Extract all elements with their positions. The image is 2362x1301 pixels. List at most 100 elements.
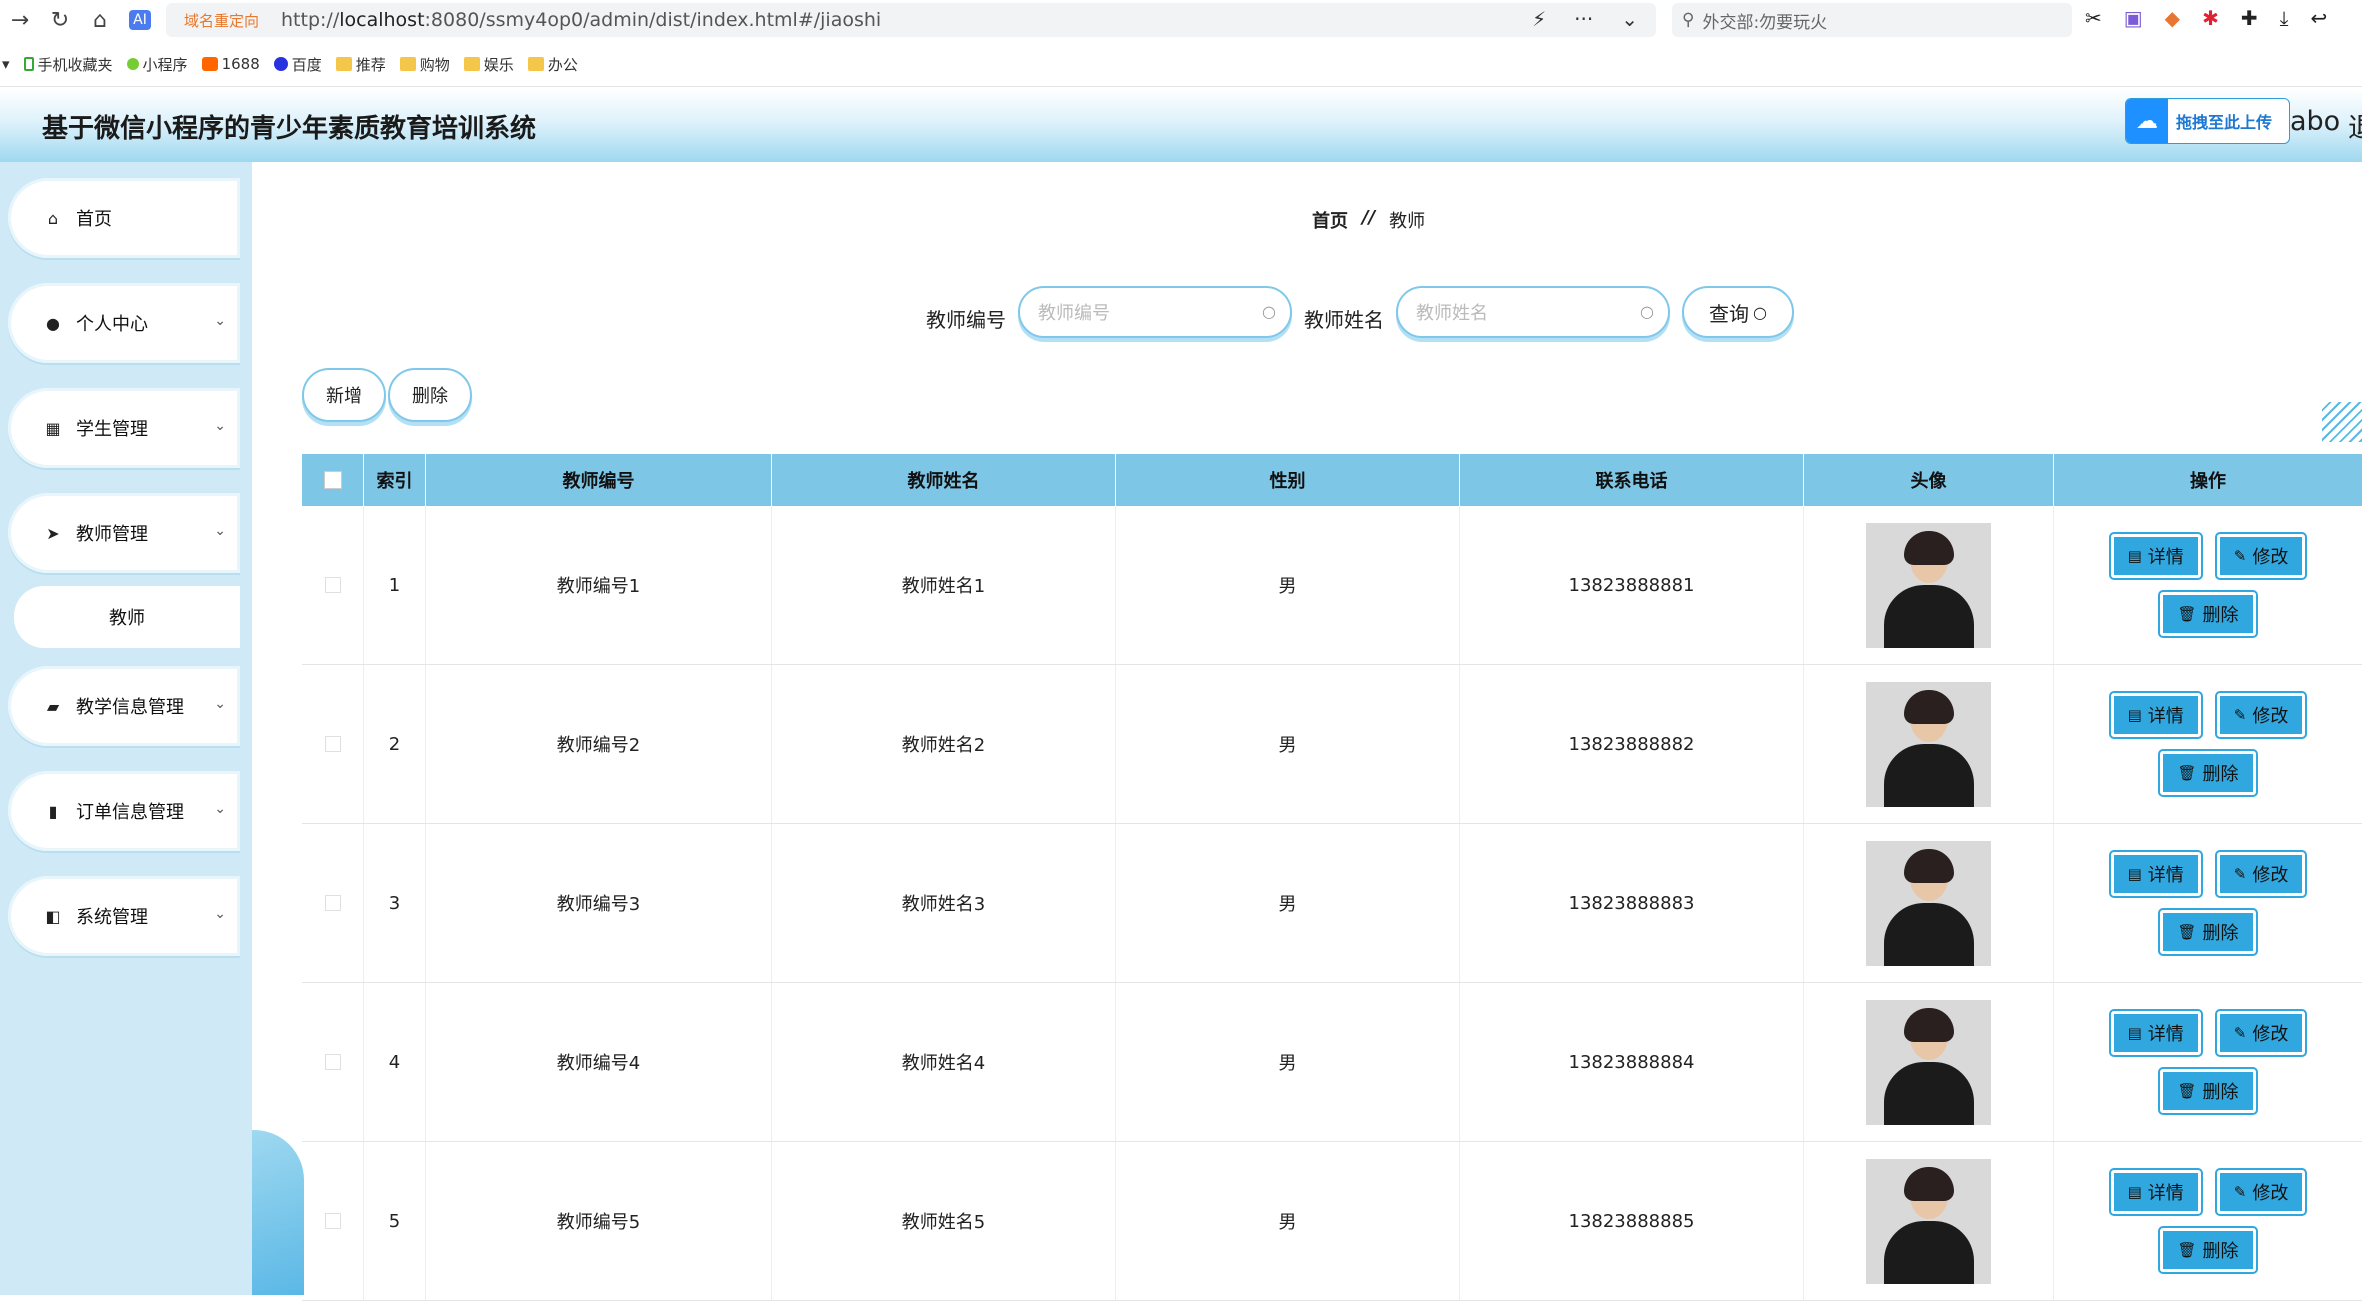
- avatar[interactable]: [1866, 522, 1991, 648]
- edit-button[interactable]: ✎ 修改: [2214, 850, 2308, 898]
- sidebar-subitem-teacher[interactable]: 教师: [14, 586, 240, 648]
- bookmark-overflow[interactable]: ▾: [2, 55, 10, 73]
- row-checkbox[interactable]: [324, 736, 341, 752]
- table-row: 2 教师编号2 教师姓名2 男 13823888882 ▤ 详情 ✎ 修改 🗑 删除: [302, 665, 2362, 824]
- avatar[interactable]: [1866, 999, 1991, 1125]
- home-browser-icon[interactable]: ⌂: [80, 0, 120, 40]
- sidebar-item-teaching-info[interactable]: ▰ 教学信息管理 ⌄: [8, 666, 240, 746]
- dots-icon[interactable]: ✱: [2202, 6, 2219, 30]
- back-icon[interactable]: ↩: [2310, 6, 2327, 30]
- browser-search-input[interactable]: ⚲ 外交部:勿要玩火: [1672, 3, 2072, 37]
- row-checkbox[interactable]: [324, 1054, 341, 1070]
- phone-cell: 13823888883: [1460, 824, 1804, 982]
- phone-icon: [23, 57, 34, 71]
- edit-icon: ✎: [2233, 865, 2247, 883]
- bookmark-item[interactable]: 手机收藏夹: [23, 54, 113, 75]
- teacher-id-cell: 教师编号2: [426, 665, 772, 823]
- edit-button[interactable]: ✎ 修改: [2214, 1168, 2308, 1216]
- sidebar-item-home[interactable]: ⌂ 首页: [8, 178, 240, 258]
- edit-button[interactable]: ✎ 修改: [2214, 1009, 2308, 1057]
- bookmark-item[interactable]: 办公: [527, 54, 578, 75]
- teacher-name-cell: 教师姓名3: [772, 824, 1116, 982]
- upload-widget[interactable]: ☁ 拖拽至此上传: [2125, 98, 2290, 144]
- batch-delete-button[interactable]: 删除: [388, 368, 472, 422]
- app-title: 基于微信小程序的青少年素质教育培训系统: [42, 114, 537, 144]
- avatar-hair: [1904, 848, 1954, 883]
- bookmark-item[interactable]: 1688: [201, 55, 260, 73]
- teacher-name-input[interactable]: 教师姓名 ○: [1396, 286, 1670, 338]
- gender-cell: 男: [1116, 983, 1460, 1141]
- more-icon[interactable]: ···: [1574, 7, 1593, 31]
- index-cell: 2: [364, 665, 426, 823]
- reload-icon[interactable]: ↻: [40, 0, 80, 40]
- sidebar-item-orders[interactable]: ▮ 订单信息管理 ⌄: [8, 771, 240, 851]
- detail-button[interactable]: ▤ 详情: [2108, 1168, 2203, 1216]
- teacher-name-cell: 教师姓名2: [772, 665, 1116, 823]
- send-icon: ➤: [46, 523, 60, 543]
- delete-button[interactable]: 🗑 删除: [2158, 590, 2258, 638]
- detail-button[interactable]: ▤ 详情: [2108, 1009, 2203, 1057]
- document-icon: ▤: [2127, 547, 2142, 565]
- document-icon: ▤: [2127, 1024, 2142, 1042]
- table-body: 1 教师编号1 教师姓名1 男 13823888881 ▤ 详情 ✎ 修改 🗑 删除 …: [302, 506, 2362, 1301]
- operations-cell: ▤ 详情 ✎ 修改 🗑 删除: [2054, 824, 2362, 982]
- add-button[interactable]: 新增: [302, 368, 386, 422]
- bookmark-item[interactable]: 百度: [273, 54, 322, 75]
- logout-link[interactable]: 退: [2348, 106, 2362, 145]
- download-icon[interactable]: ⤓: [2280, 6, 2289, 30]
- delete-button[interactable]: 🗑 删除: [2158, 1067, 2258, 1115]
- grid-icon: ▦: [45, 418, 61, 438]
- cloud-upload-icon: ☁: [2126, 99, 2168, 143]
- avatar-cell: [1804, 665, 2054, 823]
- avatar[interactable]: [1866, 840, 1991, 966]
- chevron-down-icon[interactable]: ⌄: [1621, 7, 1638, 31]
- row-checkbox[interactable]: [324, 895, 341, 911]
- detail-button[interactable]: ▤ 详情: [2108, 532, 2203, 580]
- home-icon: ⌂: [47, 208, 59, 228]
- teacher-id-input[interactable]: 教师编号 ○: [1018, 286, 1292, 338]
- chevron-down-icon: ⌄: [214, 313, 226, 329]
- chevron-down-icon: ⌄: [214, 523, 226, 539]
- delete-button[interactable]: 🗑 删除: [2158, 1226, 2258, 1274]
- address-bar[interactable]: 域名重定向 http://localhost:8080/ssmy4op0/adm…: [166, 3, 1656, 37]
- header-select-cell: [302, 454, 364, 506]
- sidebar-item-system[interactable]: ◧ 系统管理 ⌄: [8, 876, 240, 956]
- puzzle-icon[interactable]: ✚: [2241, 6, 2258, 30]
- edit-icon: ✎: [2233, 1183, 2247, 1201]
- delete-button[interactable]: 🗑 删除: [2158, 908, 2258, 956]
- query-button[interactable]: 查询 ○: [1682, 286, 1794, 338]
- bookmark-item[interactable]: 推荐: [335, 54, 386, 75]
- teacher-id-cell: 教师编号3: [426, 824, 772, 982]
- delete-button[interactable]: 🗑 删除: [2158, 749, 2258, 797]
- sidebar-item-profile[interactable]: ● 个人中心 ⌄: [8, 283, 240, 363]
- edit-button[interactable]: ✎ 修改: [2214, 691, 2308, 739]
- chart-icon: ▮: [48, 801, 58, 821]
- sidebar-item-teachers[interactable]: ➤ 教师管理 ⌄: [8, 493, 240, 573]
- detail-button[interactable]: ▤ 详情: [2108, 691, 2203, 739]
- folder-icon: [399, 57, 416, 71]
- fox-icon[interactable]: ◆: [2165, 6, 2180, 30]
- decorative-stripes: [2322, 402, 2362, 442]
- select-all-checkbox[interactable]: [323, 471, 342, 489]
- index-cell: 4: [364, 983, 426, 1141]
- user-icon: ●: [46, 313, 60, 333]
- bookmark-item[interactable]: 娱乐: [463, 54, 514, 75]
- ai-icon[interactable]: AI: [120, 0, 160, 40]
- detail-button[interactable]: ▤ 详情: [2108, 850, 2203, 898]
- document-icon: ▤: [2127, 1183, 2142, 1201]
- row-checkbox[interactable]: [324, 1213, 341, 1229]
- bookmark-item[interactable]: 购物: [399, 54, 450, 75]
- forward-icon[interactable]: →: [0, 0, 40, 40]
- row-checkbox[interactable]: [324, 577, 341, 593]
- breadcrumb-home[interactable]: 首页: [1312, 207, 1348, 233]
- edit-button[interactable]: ✎ 修改: [2214, 532, 2308, 580]
- trash-icon: 🗑: [2177, 1241, 2197, 1259]
- bookmark-item[interactable]: 小程序: [126, 54, 188, 75]
- gender-cell: 男: [1116, 665, 1460, 823]
- translate-icon[interactable]: ▣: [2124, 6, 2143, 30]
- sidebar-item-students[interactable]: ▦ 学生管理 ⌄: [8, 388, 240, 468]
- avatar[interactable]: [1866, 681, 1991, 807]
- lightning-icon[interactable]: ⚡: [1532, 7, 1546, 31]
- avatar[interactable]: [1866, 1158, 1991, 1284]
- scissors-icon[interactable]: ✂: [2085, 6, 2102, 30]
